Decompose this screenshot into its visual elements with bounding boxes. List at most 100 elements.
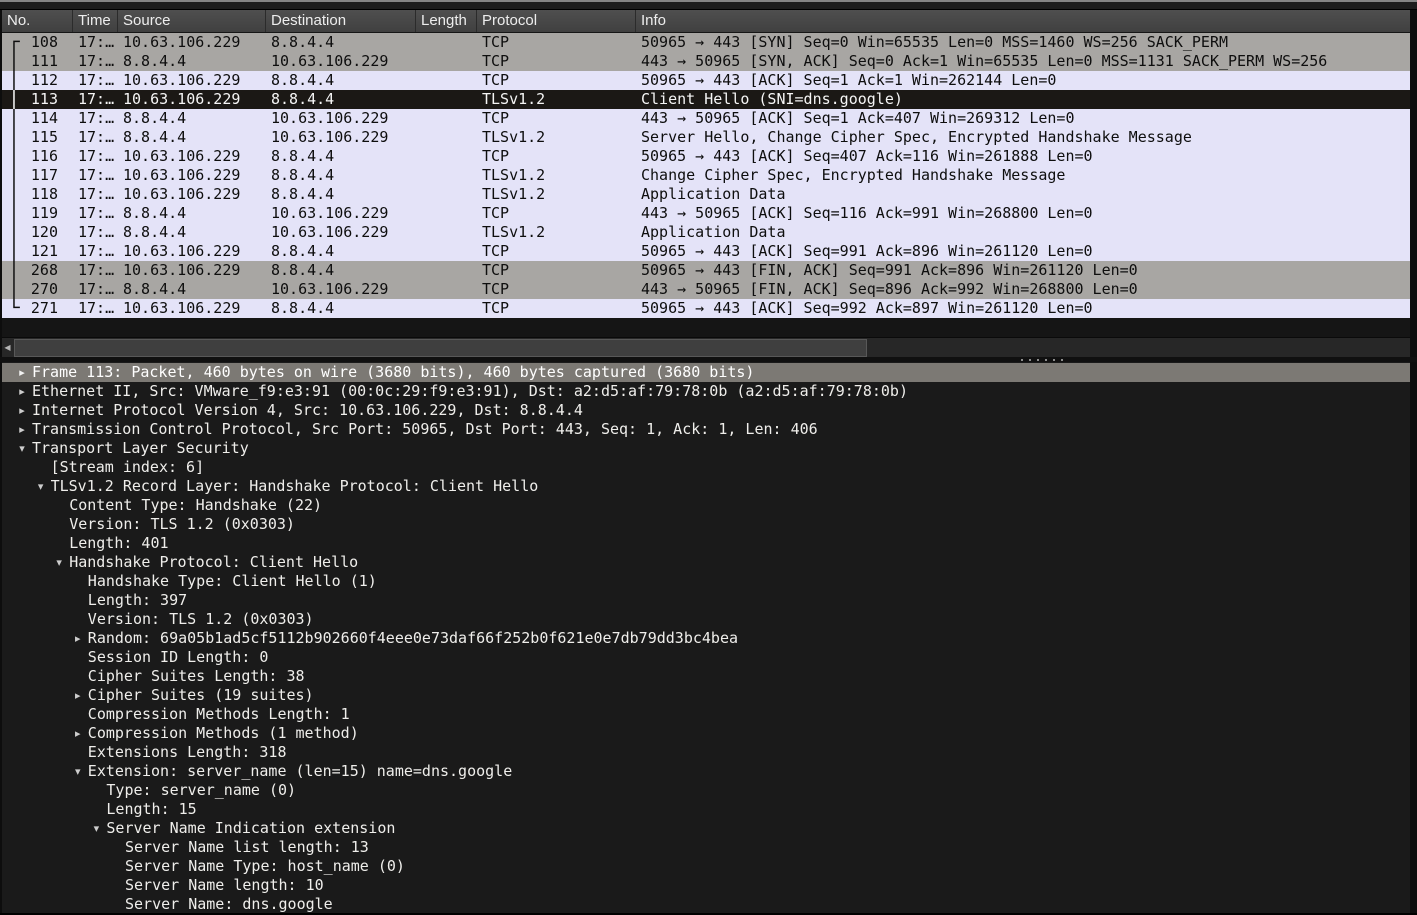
expand-arrow-icon[interactable]: ▾	[68, 762, 88, 781]
detail-row[interactable]: Version: TLS 1.2 (0x0303)	[2, 610, 1410, 629]
detail-row[interactable]: ▸ Frame 113: Packet, 460 bytes on wire (…	[2, 363, 1410, 382]
expand-arrow-icon[interactable]	[68, 667, 88, 686]
packet-row[interactable]: │ 268 17:… 10.63.106.229 8.8.4.4 TCP 509…	[2, 261, 1410, 280]
packet-row[interactable]: │ 119 17:… 8.8.4.4 10.63.106.229 TCP 443…	[2, 204, 1410, 223]
expand-arrow-icon[interactable]	[68, 743, 88, 762]
packet-row[interactable]: │ 117 17:… 10.63.106.229 8.8.4.4 TLSv1.2…	[2, 166, 1410, 185]
packet-source: 8.8.4.4	[118, 128, 266, 147]
expand-arrow-icon[interactable]	[86, 800, 106, 819]
packet-row[interactable]: ┌ 108 17:… 10.63.106.229 8.8.4.4 TCP 509…	[2, 33, 1410, 52]
expand-arrow-icon[interactable]: ▸	[68, 686, 88, 705]
detail-row[interactable]: Type: server_name (0)	[2, 781, 1410, 800]
detail-row[interactable]: Length: 401	[2, 534, 1410, 553]
packet-destination: 10.63.106.229	[266, 223, 416, 242]
scrollbar-thumb[interactable]	[14, 339, 867, 357]
detail-row[interactable]: Version: TLS 1.2 (0x0303)	[2, 515, 1410, 534]
splitter-grip-icon[interactable]	[1021, 359, 1068, 361]
expand-arrow-icon[interactable]: ▸	[12, 382, 32, 401]
detail-row[interactable]: Server Name Type: host_name (0)	[2, 857, 1410, 876]
detail-row[interactable]: Length: 397	[2, 591, 1410, 610]
expand-arrow-icon[interactable]	[31, 458, 51, 477]
packet-row[interactable]: │ 115 17:… 8.8.4.4 10.63.106.229 TLSv1.2…	[2, 128, 1410, 147]
detail-text: Ethernet II, Src: VMware_f9:e3:91 (00:0c…	[32, 382, 1410, 401]
expand-arrow-icon[interactable]	[49, 534, 69, 553]
packet-row[interactable]: │ 116 17:… 10.63.106.229 8.8.4.4 TCP 509…	[2, 147, 1410, 166]
expand-arrow-icon[interactable]	[68, 705, 88, 724]
column-header-no[interactable]: No.	[2, 10, 73, 32]
detail-row[interactable]: Server Name: dns.google	[2, 895, 1410, 914]
packet-row[interactable]: │ 114 17:… 8.8.4.4 10.63.106.229 TCP 443…	[2, 109, 1410, 128]
expand-arrow-icon[interactable]: ▸	[68, 629, 88, 648]
packet-row[interactable]: └ 271 17:… 10.63.106.229 8.8.4.4 TCP 509…	[2, 299, 1410, 318]
packet-row[interactable]: │ 120 17:… 8.8.4.4 10.63.106.229 TLSv1.2…	[2, 223, 1410, 242]
column-header-info[interactable]: Info	[636, 10, 1410, 32]
packet-detail-pane: ▸ Frame 113: Packet, 460 bytes on wire (…	[2, 362, 1410, 915]
detail-row[interactable]: ▸ Ethernet II, Src: VMware_f9:e3:91 (00:…	[2, 382, 1410, 401]
expand-arrow-icon[interactable]	[105, 857, 125, 876]
expand-arrow-icon[interactable]	[49, 515, 69, 534]
expand-arrow-icon[interactable]	[105, 895, 125, 914]
detail-row[interactable]: ▸ Internet Protocol Version 4, Src: 10.6…	[2, 401, 1410, 420]
stream-bracket-icon: │	[2, 166, 26, 185]
column-header-destination[interactable]: Destination	[266, 10, 416, 32]
detail-row[interactable]: ▾ Server Name Indication extension	[2, 819, 1410, 838]
expand-arrow-icon[interactable]: ▸	[68, 724, 88, 743]
detail-row[interactable]: Content Type: Handshake (22)	[2, 496, 1410, 515]
packet-time: 17:…	[73, 204, 118, 223]
detail-row[interactable]: ▸ Cipher Suites (19 suites)	[2, 686, 1410, 705]
packet-info: 50965 → 443 [FIN, ACK] Seq=991 Ack=896 W…	[636, 261, 1410, 280]
expand-arrow-icon[interactable]	[86, 781, 106, 800]
detail-row[interactable]: ▸ Random: 69a05b1ad5cf5112b902660f4eee0e…	[2, 629, 1410, 648]
expand-arrow-icon[interactable]: ▾	[12, 439, 32, 458]
expand-arrow-icon[interactable]: ▸	[12, 401, 32, 420]
detail-row[interactable]: Cipher Suites Length: 38	[2, 667, 1410, 686]
detail-row[interactable]: Server Name length: 10	[2, 876, 1410, 895]
expand-arrow-icon[interactable]	[49, 496, 69, 515]
detail-row[interactable]: Compression Methods Length: 1	[2, 705, 1410, 724]
stream-bracket-icon: ┌	[2, 33, 26, 52]
column-header-time[interactable]: Time	[73, 10, 118, 32]
stream-bracket-icon: │	[2, 242, 26, 261]
detail-row[interactable]: Handshake Type: Client Hello (1)	[2, 572, 1410, 591]
expand-arrow-icon[interactable]: ▾	[49, 553, 69, 572]
packet-time: 17:…	[73, 52, 118, 71]
detail-row[interactable]: [Stream index: 6]	[2, 458, 1410, 477]
packet-length	[416, 166, 477, 185]
packet-length	[416, 223, 477, 242]
expand-arrow-icon[interactable]: ▸	[12, 363, 32, 382]
expand-arrow-icon[interactable]: ▾	[31, 477, 51, 496]
detail-row[interactable]: ▸ Transmission Control Protocol, Src Por…	[2, 420, 1410, 439]
column-header-source[interactable]: Source	[118, 10, 266, 32]
expand-arrow-icon[interactable]: ▸	[12, 420, 32, 439]
detail-row[interactable]: Server Name list length: 13	[2, 838, 1410, 857]
expand-arrow-icon[interactable]: ▾	[86, 819, 106, 838]
column-header-length[interactable]: Length	[416, 10, 477, 32]
packet-row[interactable]: │ 270 17:… 8.8.4.4 10.63.106.229 TCP 443…	[2, 280, 1410, 299]
detail-row[interactable]: ▾ Extension: server_name (len=15) name=d…	[2, 762, 1410, 781]
packet-row[interactable]: │ 118 17:… 10.63.106.229 8.8.4.4 TLSv1.2…	[2, 185, 1410, 204]
detail-row[interactable]: ▾ Handshake Protocol: Client Hello	[2, 553, 1410, 572]
expand-arrow-icon[interactable]	[105, 876, 125, 895]
expand-arrow-icon[interactable]	[105, 838, 125, 857]
expand-arrow-icon[interactable]	[68, 591, 88, 610]
pane-splitter[interactable]	[0, 357, 1417, 362]
packet-length	[416, 261, 477, 280]
horizontal-scrollbar[interactable]: ◀	[2, 337, 1410, 357]
detail-row[interactable]: Session ID Length: 0	[2, 648, 1410, 667]
expand-arrow-icon[interactable]	[68, 648, 88, 667]
packet-time: 17:…	[73, 299, 118, 318]
packet-row[interactable]: │ 111 17:… 8.8.4.4 10.63.106.229 TCP 443…	[2, 52, 1410, 71]
packet-row[interactable]: │ 121 17:… 10.63.106.229 8.8.4.4 TCP 509…	[2, 242, 1410, 261]
detail-row[interactable]: Length: 15	[2, 800, 1410, 819]
expand-arrow-icon[interactable]	[68, 572, 88, 591]
detail-row[interactable]: Extensions Length: 318	[2, 743, 1410, 762]
detail-row[interactable]: ▾ Transport Layer Security	[2, 439, 1410, 458]
expand-arrow-icon[interactable]	[68, 610, 88, 629]
packet-row[interactable]: │ 112 17:… 10.63.106.229 8.8.4.4 TCP 509…	[2, 71, 1410, 90]
detail-row[interactable]: ▾ TLSv1.2 Record Layer: Handshake Protoc…	[2, 477, 1410, 496]
detail-row[interactable]: ▸ Compression Methods (1 method)	[2, 724, 1410, 743]
packet-row[interactable]: │ 113 17:… 10.63.106.229 8.8.4.4 TLSv1.2…	[2, 90, 1410, 109]
packet-protocol: TCP	[477, 52, 636, 71]
column-header-protocol[interactable]: Protocol	[477, 10, 636, 32]
scrollbar-left-arrow-icon[interactable]: ◀	[2, 338, 13, 358]
